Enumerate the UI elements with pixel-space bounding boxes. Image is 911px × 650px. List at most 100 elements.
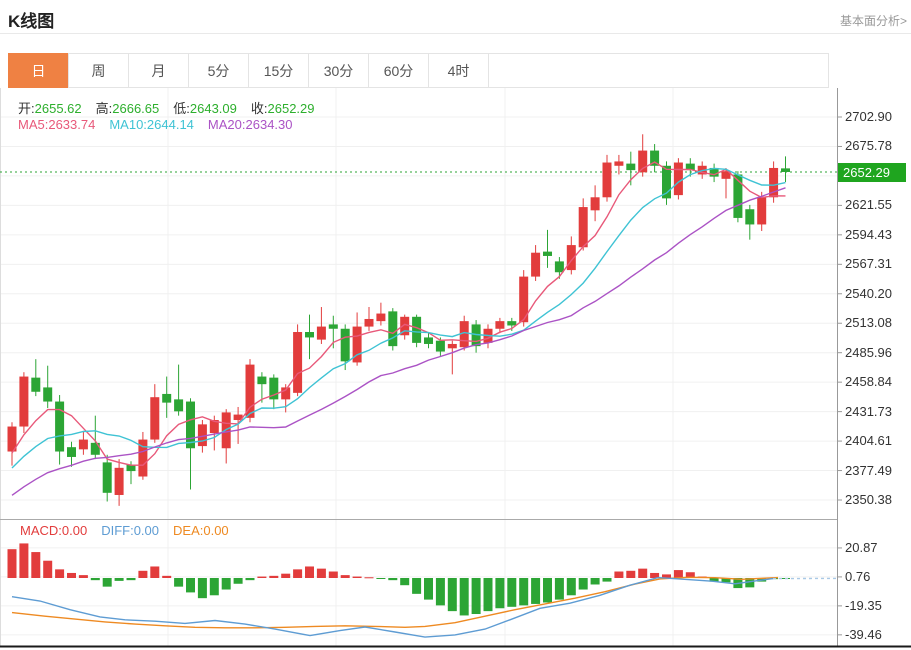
candle <box>507 321 516 325</box>
macd-bar <box>722 578 731 582</box>
candle <box>519 277 528 323</box>
macd-bar <box>591 578 600 584</box>
indicator-label: DEA: <box>173 523 203 538</box>
candle <box>305 332 314 337</box>
macd-bar <box>484 578 493 611</box>
ohlc-row-item: 高:2666.65 <box>96 101 160 116</box>
y-axis-label: 2567.31 <box>845 256 892 271</box>
candle <box>79 440 88 450</box>
ma-readout: MA5:2633.74 MA10:2644.14 MA20:2634.30 <box>18 117 307 132</box>
macd-bar <box>91 578 100 580</box>
macd-bar <box>210 578 219 595</box>
tab-week[interactable]: 周 <box>68 53 129 88</box>
macd-bar <box>293 569 302 578</box>
macd-bar <box>55 569 64 578</box>
candle <box>115 468 124 495</box>
ohlc-row-item: 开:2655.62 <box>18 101 82 116</box>
candle <box>341 329 350 362</box>
candle <box>127 465 136 472</box>
candle <box>722 171 731 179</box>
macd-bar <box>8 549 17 578</box>
indicator-label: 高: <box>96 101 113 116</box>
candle <box>579 207 588 247</box>
indicator-value: 0.00 <box>203 523 228 538</box>
macd-bar <box>174 578 183 587</box>
indicator-label: DIFF: <box>101 523 134 538</box>
indicator-label: MA10: <box>109 117 147 132</box>
period-tab-bar: 日周月5分15分30分60分4时 <box>8 53 829 88</box>
candle <box>567 245 576 270</box>
indicator-label: MACD: <box>20 523 62 538</box>
tab-day[interactable]: 日 <box>8 53 69 88</box>
macd-axis-label: 0.76 <box>845 569 870 584</box>
fundamental-analysis-link[interactable]: 基本面分析> <box>840 12 907 29</box>
y-axis-label: 2458.84 <box>845 374 892 389</box>
candle <box>733 174 742 217</box>
y-axis-label: 2431.73 <box>845 404 892 419</box>
tab-month[interactable]: 月 <box>128 53 189 88</box>
y-axis-label: 2485.96 <box>845 345 892 360</box>
candle <box>31 378 40 392</box>
macd-bar <box>745 578 754 587</box>
macd-bar <box>638 569 647 578</box>
candle <box>8 427 17 452</box>
macd-bar <box>650 573 659 578</box>
tab-4hour[interactable]: 4时 <box>428 53 489 88</box>
ma10-line <box>12 168 786 468</box>
candle <box>234 415 243 420</box>
candle <box>543 252 552 256</box>
macd-bar <box>662 574 671 578</box>
ma-row-item: MA10:2644.14 <box>109 117 194 132</box>
macd-bar <box>127 578 136 580</box>
ohlc-readout: 开:2655.62高:2666.65低:2643.09收:2652.29 <box>18 98 329 117</box>
candle <box>281 387 290 399</box>
candle <box>150 397 159 439</box>
candle <box>591 197 600 210</box>
tab-5min[interactable]: 5分 <box>188 53 249 88</box>
frame-layer <box>0 88 911 647</box>
indicator-label: 低: <box>173 101 190 116</box>
macd-bar <box>19 543 28 578</box>
macd-bar <box>305 566 314 578</box>
macd-bar <box>603 578 612 582</box>
header-divider <box>0 33 911 34</box>
tab-15min[interactable]: 15分 <box>248 53 309 88</box>
macd-bar <box>555 578 564 600</box>
macd-bar <box>698 577 707 578</box>
macd-axis-label: 20.87 <box>845 540 878 555</box>
tab-bar-filler <box>488 53 829 88</box>
tab-30min[interactable]: 30分 <box>308 53 369 88</box>
macd-bar <box>400 578 409 585</box>
candle <box>293 332 302 393</box>
candle <box>662 166 671 199</box>
macd-bar <box>507 578 516 607</box>
diff-line <box>12 578 773 638</box>
indicator-label: 开: <box>18 101 35 116</box>
candle <box>614 161 623 165</box>
macd-bar <box>115 578 124 581</box>
y-axis-label: 2594.43 <box>845 227 892 242</box>
macd-bar <box>376 578 385 579</box>
macd-bar <box>495 578 504 608</box>
candle <box>210 420 219 433</box>
indicator-label: MA20: <box>208 117 246 132</box>
macd-bar <box>138 571 147 578</box>
candle <box>198 424 207 446</box>
y-axis-label: 2404.61 <box>845 433 892 448</box>
candle <box>710 168 719 177</box>
indicator-value: 2655.62 <box>35 101 82 116</box>
candle <box>257 377 266 385</box>
y-axis-label: 2350.38 <box>845 492 892 507</box>
ma-row-item: MA20:2634.30 <box>208 117 293 132</box>
ma-row-item: MA5:2633.74 <box>18 117 95 132</box>
macd-bar <box>222 578 231 590</box>
macd-readout: MACD:0.00DIFF:0.00DEA:0.00 <box>20 523 243 538</box>
macd-bar <box>436 578 445 605</box>
macd-bar <box>31 552 40 578</box>
macd-bar <box>269 576 278 578</box>
indicator-value: 0.00 <box>134 523 159 538</box>
candle <box>555 261 564 272</box>
candles-layer[interactable] <box>8 134 791 506</box>
tab-60min[interactable]: 60分 <box>368 53 429 88</box>
ohlc-row-item: 收:2652.29 <box>251 101 315 116</box>
